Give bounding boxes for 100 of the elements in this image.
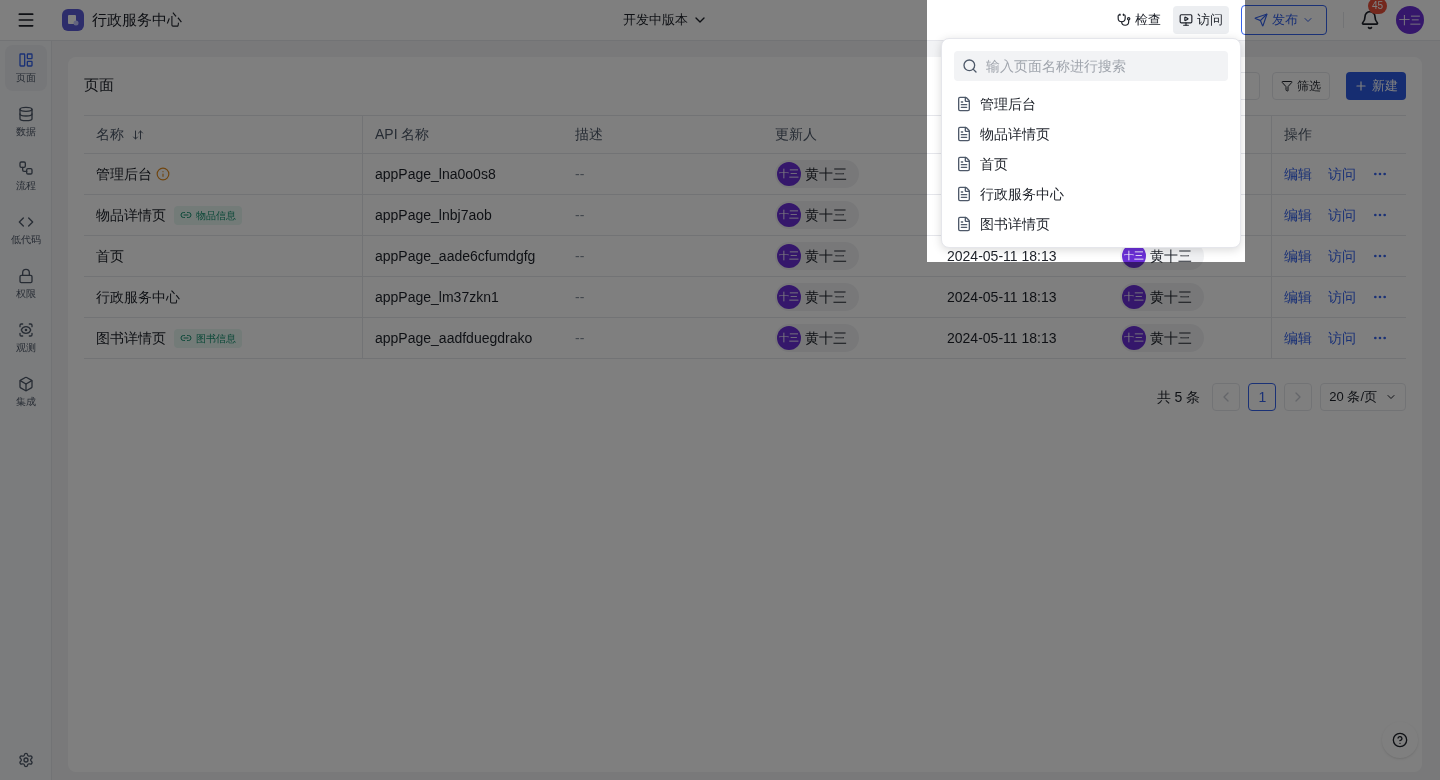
version-selector[interactable]: 开发中版本 — [623, 10, 708, 30]
link-icon — [180, 209, 192, 221]
page-name: 行政服务中心 — [96, 287, 180, 307]
help-icon — [1392, 732, 1408, 748]
user-avatar: 十三 — [777, 285, 801, 309]
description: -- — [575, 329, 585, 346]
action-link[interactable]: 编辑 — [1284, 204, 1312, 226]
api-name: appPage_lna0o0s8 — [375, 165, 496, 182]
card-title: 页面 — [84, 75, 114, 96]
action-link[interactable]: 编辑 — [1284, 245, 1312, 267]
dropdown-item[interactable]: 首页 — [954, 149, 1228, 179]
sidebar-item[interactable]: 数据 — [4, 99, 47, 145]
user-name: 黄十三 — [805, 164, 847, 184]
description: -- — [575, 288, 585, 305]
dropdown-item[interactable]: 行政服务中心 — [954, 179, 1228, 209]
column-header: API 名称 — [375, 126, 430, 142]
info-icon — [156, 167, 170, 181]
user-avatar: 十三 — [777, 203, 801, 227]
document-icon — [956, 186, 972, 202]
column-header: 描述 — [575, 126, 603, 142]
user-avatar: 十三 — [777, 326, 801, 350]
sidebar-item[interactable]: 观测 — [4, 315, 47, 361]
api-name: appPage_aade6cfumdgfg — [375, 247, 536, 264]
user-name: 黄十三 — [805, 205, 847, 225]
updated-time: 2024-05-11 18:13 — [947, 329, 1057, 346]
menu-icon[interactable] — [16, 10, 36, 30]
sort-icon[interactable] — [132, 128, 144, 141]
page-button[interactable]: 1 — [1248, 383, 1277, 411]
user-name: 黄十三 — [1150, 328, 1192, 348]
inspect-button[interactable]: 检查 — [1109, 6, 1169, 34]
api-name: appPage_lm37zkn1 — [375, 288, 499, 305]
filter-button[interactable]: 筛选 — [1272, 71, 1330, 100]
action-link[interactable]: 访问 — [1328, 163, 1356, 185]
document-icon — [956, 126, 972, 142]
dropdown-item[interactable]: 管理后台 — [954, 89, 1228, 119]
dropdown-search-field[interactable]: 输入页面名称进行搜索 — [954, 51, 1228, 81]
action-link[interactable]: 编辑 — [1284, 286, 1312, 308]
page-name: 首页 — [96, 246, 124, 266]
user-name: 黄十三 — [805, 287, 847, 307]
column-header[interactable]: 名称 — [96, 124, 124, 145]
action-link[interactable]: 访问 — [1328, 204, 1356, 226]
eye-icon — [17, 321, 34, 338]
updated-time: 2024-05-11 18:13 — [947, 288, 1057, 305]
app-logo-icon — [62, 9, 84, 31]
plus-icon — [1354, 78, 1368, 93]
api-name: appPage_aadfduegdrako — [375, 329, 533, 346]
action-link[interactable]: 编辑 — [1284, 163, 1312, 185]
dropdown-item[interactable]: 图书详情页 — [954, 209, 1228, 239]
column-header: 操作 — [1284, 126, 1312, 142]
stethoscope-icon — [1117, 13, 1131, 27]
total-count: 共 5 条 — [1156, 387, 1201, 407]
page-name: 物品详情页 — [96, 205, 166, 225]
create-button[interactable]: 新建 — [1346, 71, 1406, 100]
monitor-icon — [1179, 13, 1193, 27]
app-title: 行政服务中心 — [92, 9, 182, 30]
action-link[interactable]: 访问 — [1328, 245, 1356, 267]
layout-icon — [17, 51, 34, 68]
dropdown-item[interactable]: 物品详情页 — [954, 119, 1228, 149]
publish-button[interactable]: 发布 — [1241, 5, 1327, 35]
notification-badge: 45 — [1368, 0, 1388, 14]
visit-button[interactable]: 访问 — [1173, 6, 1229, 34]
notification-icon[interactable] — [1360, 10, 1380, 30]
link-icon — [180, 332, 192, 344]
page-size-select[interactable]: 20 条/页 — [1320, 383, 1406, 411]
user-avatar: 十三 — [777, 244, 801, 268]
description: -- — [575, 165, 585, 182]
user-name: 黄十三 — [805, 246, 847, 266]
description: -- — [575, 206, 585, 223]
document-icon — [956, 96, 972, 112]
column-header: 更新人 — [775, 126, 817, 142]
database-icon — [17, 105, 34, 122]
user-avatar: 十三 — [777, 162, 801, 186]
user-name: 黄十三 — [1150, 287, 1192, 307]
sidebar-item[interactable]: 流程 — [4, 153, 47, 199]
description: -- — [575, 247, 585, 264]
user-name: 黄十三 — [1150, 246, 1192, 266]
tag-label: 图书信息 — [196, 331, 236, 346]
action-link[interactable]: 编辑 — [1284, 327, 1312, 349]
action-link[interactable]: 访问 — [1328, 327, 1356, 349]
search-icon — [962, 58, 978, 74]
send-icon — [1254, 13, 1268, 27]
sidebar-item[interactable]: 低代码 — [4, 207, 47, 253]
user-name: 黄十三 — [805, 328, 847, 348]
page-name: 图书详情页 — [96, 328, 166, 348]
page-name: 管理后台 — [96, 164, 152, 184]
tag-label: 物品信息 — [196, 208, 236, 223]
sidebar-item[interactable]: 页面 — [4, 45, 47, 91]
search-input[interactable]: 输入页面名称进行搜索 — [986, 55, 1220, 77]
flow-icon — [17, 159, 34, 176]
user-avatar: 十三 — [1122, 285, 1146, 309]
action-link[interactable]: 访问 — [1328, 286, 1356, 308]
document-icon — [956, 216, 972, 232]
settings-icon[interactable] — [17, 752, 34, 768]
sidebar-item[interactable]: 权限 — [4, 261, 47, 307]
sidebar-item[interactable]: 集成 — [4, 369, 47, 415]
user-avatar: 十三 — [1122, 326, 1146, 350]
document-icon — [956, 156, 972, 172]
filter-icon — [1281, 79, 1293, 92]
api-name: appPage_lnbj7aob — [375, 206, 492, 223]
updated-time: 2024-05-11 18:13 — [947, 247, 1057, 264]
